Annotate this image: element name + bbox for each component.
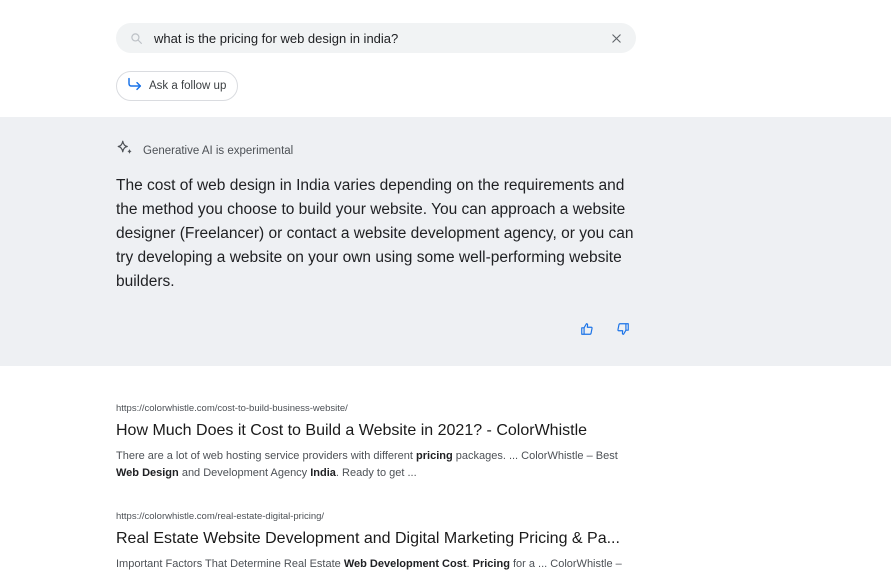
snippet-text: There are a lot of web hosting service p… [116, 450, 417, 462]
result-title-link[interactable]: Real Estate Website Development and Digi… [116, 530, 646, 548]
reply-arrow-icon [127, 77, 143, 96]
sparkle-icon [116, 139, 134, 162]
ask-follow-up-label: Ask a follow up [149, 80, 227, 92]
result-title-link[interactable]: How Much Does it Cost to Build a Website… [116, 422, 646, 440]
snippet-text: Important Factors That Determine Real Es… [116, 558, 344, 570]
result-snippet: There are a lot of web hosting service p… [116, 448, 636, 482]
search-bar[interactable]: what is the pricing for web design in in… [116, 23, 636, 53]
thumbs-down-icon[interactable] [615, 321, 631, 337]
ask-follow-up-button[interactable]: Ask a follow up [116, 71, 239, 101]
result-snippet: Important Factors That Determine Real Es… [116, 556, 636, 573]
search-result: https://colorwhistle.com/cost-to-build-b… [116, 403, 646, 482]
snippet-text: . Ready to get ... [335, 467, 417, 479]
thumbs-up-icon[interactable] [579, 321, 595, 337]
ai-overview-panel: Generative AI is experimental The cost o… [0, 117, 891, 366]
snippet-text: for a ... ColorWhistle – [509, 558, 622, 570]
snippet-bold-term: Web Design [116, 467, 179, 479]
ai-badge-label: Generative AI is experimental [143, 144, 294, 157]
snippet-bold-term: India [310, 467, 336, 479]
ai-answer-text: The cost of web design in India varies d… [116, 177, 634, 290]
search-icon [128, 30, 144, 46]
search-result: https://colorwhistle.com/real-estate-dig… [116, 511, 646, 573]
search-input[interactable]: what is the pricing for web design in in… [154, 31, 608, 46]
result-url[interactable]: https://colorwhistle.com/cost-to-build-b… [116, 403, 646, 414]
snippet-text: packages. ... ColorWhistle – Best [452, 450, 618, 462]
snippet-text: and Development Agency [178, 467, 311, 479]
close-icon[interactable] [608, 30, 624, 46]
result-url[interactable]: https://colorwhistle.com/real-estate-dig… [116, 511, 646, 522]
snippet-bold-term: Web Development Cost [343, 558, 467, 570]
snippet-bold-term: Pricing [472, 558, 510, 570]
ai-badge: Generative AI is experimental [116, 139, 293, 162]
snippet-bold-term: pricing [416, 450, 453, 462]
